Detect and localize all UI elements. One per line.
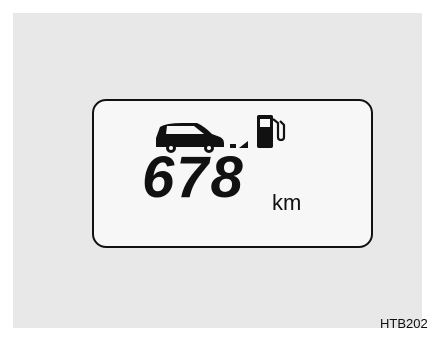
fuel-pump-icon <box>257 115 286 148</box>
figure-code: HTB202 <box>380 316 428 331</box>
range-value: 678 <box>142 145 245 210</box>
range-unit: km <box>272 190 302 215</box>
distance-to-empty-display: 678 km <box>92 99 373 248</box>
